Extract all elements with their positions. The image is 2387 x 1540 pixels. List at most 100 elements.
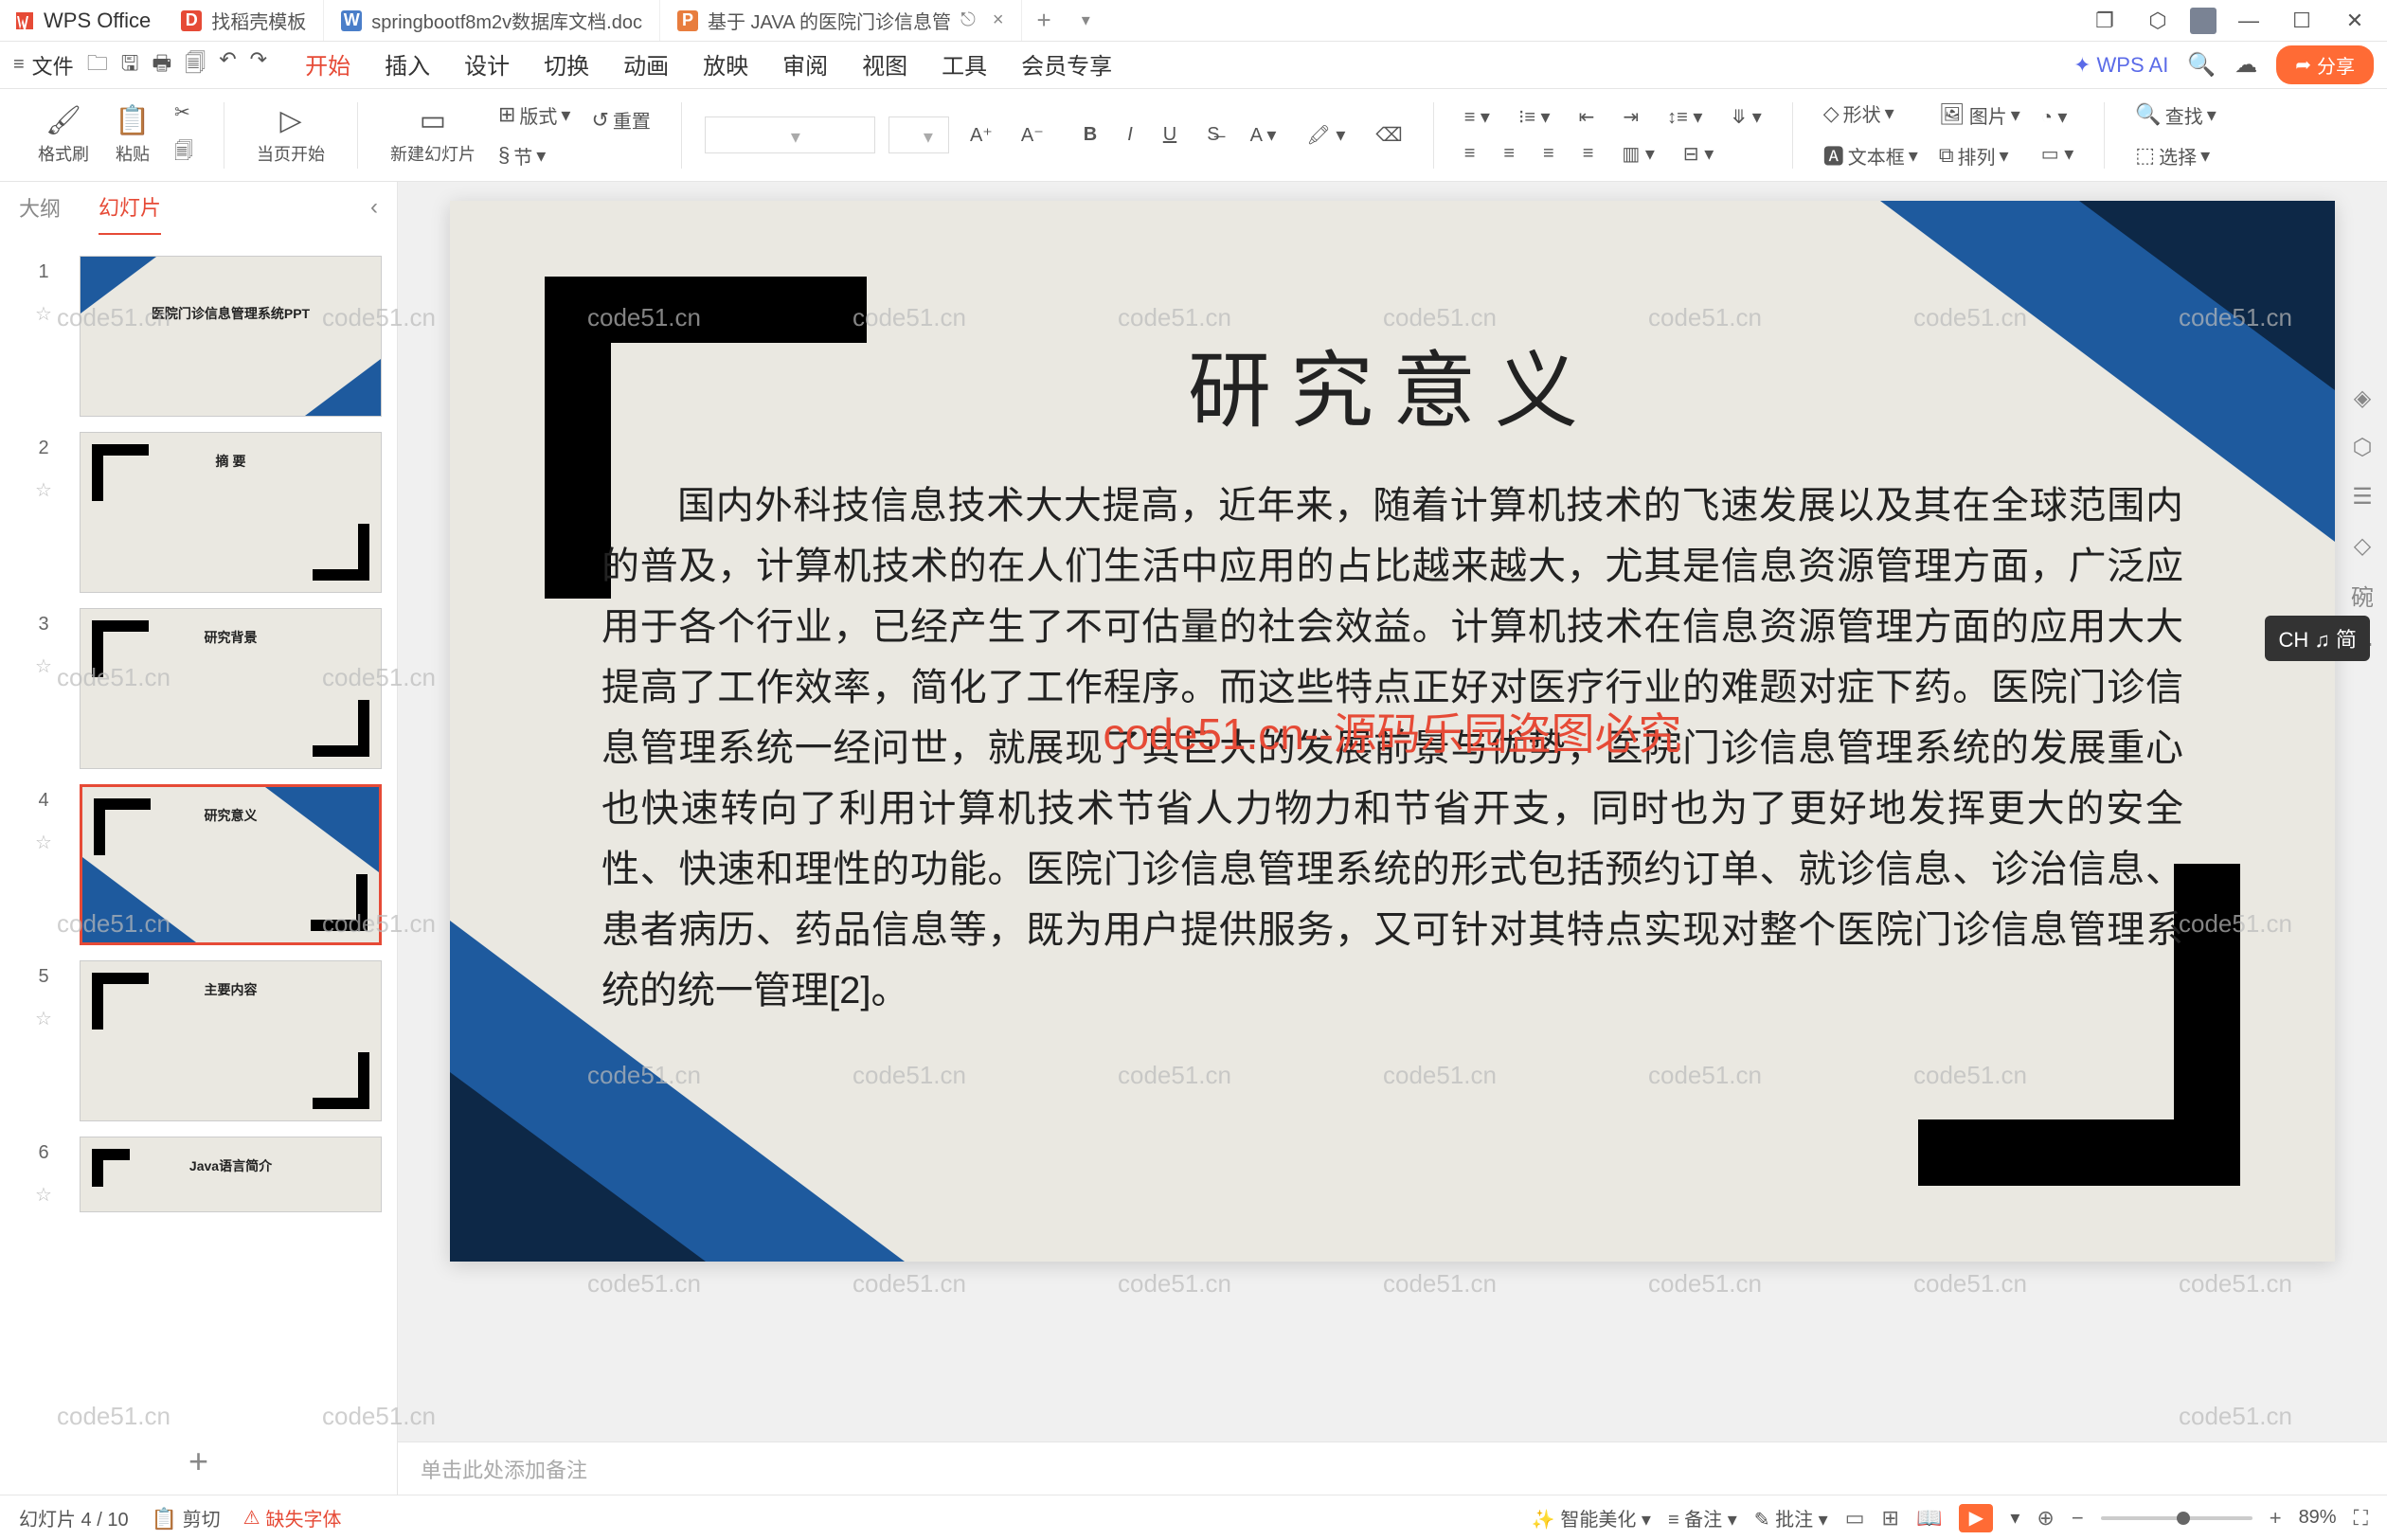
- notes-toggle[interactable]: ≡ 备注 ▾: [1668, 1504, 1737, 1531]
- fill-icon[interactable]: ◔ ▾: [2034, 101, 2082, 133]
- textbox-button[interactable]: 🅰文本框 ▾: [1816, 136, 1926, 174]
- thumb-6[interactable]: 6☆ Java语言简介: [0, 1129, 397, 1220]
- bullets-icon[interactable]: ≡ ▾: [1457, 101, 1498, 133]
- maximize-icon[interactable]: ☐: [2281, 4, 2323, 38]
- fit-window-icon[interactable]: ⛶: [2354, 1506, 2368, 1531]
- canvas-wrap[interactable]: 研究意义 国内外科技信息技术大大提高，近年来，随着计算机技术的飞速发展以及其在全…: [398, 182, 2387, 1442]
- from-current-button[interactable]: ▷当页开始: [247, 100, 334, 170]
- tab-animation[interactable]: 动画: [623, 38, 669, 93]
- tab-design[interactable]: 设计: [464, 38, 510, 93]
- tab-insert[interactable]: 插入: [385, 38, 430, 93]
- redo-icon[interactable]: ↷: [250, 47, 267, 83]
- cube-icon[interactable]: ⬡: [2137, 4, 2179, 38]
- align-left-icon[interactable]: ≡: [1457, 138, 1483, 170]
- outline-icon[interactable]: ▭ ▾: [2034, 138, 2082, 170]
- thumb-1[interactable]: 1☆ 医院门诊信息管理系统PPT: [0, 248, 397, 424]
- thumb-5[interactable]: 5☆ 主要内容: [0, 953, 397, 1129]
- star-icon[interactable]: ☆: [35, 831, 52, 854]
- cut-icon[interactable]: ✂: [167, 97, 201, 128]
- minimize-icon[interactable]: —: [2228, 4, 2270, 38]
- font-size-select[interactable]: ▾: [888, 116, 949, 153]
- tab-start[interactable]: 开始: [305, 38, 350, 93]
- increase-font-icon[interactable]: A⁺: [962, 119, 1000, 151]
- slideshow-play-button[interactable]: ▶: [1959, 1504, 1993, 1532]
- align-vertical-icon[interactable]: ⊟ ▾: [1676, 138, 1721, 170]
- shape-button[interactable]: ◇形状 ▾: [1816, 96, 1926, 131]
- search-icon[interactable]: 🔍: [2187, 51, 2216, 79]
- missing-font-warning[interactable]: ⚠缺失字体: [243, 1504, 342, 1531]
- clear-format-icon[interactable]: ⌫: [1368, 119, 1409, 151]
- collapse-icon[interactable]: ‹: [370, 194, 378, 221]
- view-normal-icon[interactable]: ▭: [1845, 1506, 1865, 1531]
- numbering-icon[interactable]: ⁝≡ ▾: [1511, 101, 1558, 133]
- tab-member[interactable]: 会员专享: [1021, 38, 1112, 93]
- review-toggle[interactable]: ✎ 批注 ▾: [1754, 1504, 1828, 1531]
- star-icon[interactable]: ☆: [35, 1007, 52, 1030]
- tab-view[interactable]: 视图: [862, 38, 907, 93]
- save-icon[interactable]: 🖫: [121, 47, 139, 83]
- new-slide-button[interactable]: ▭新建幻灯片: [381, 100, 485, 170]
- thumb-2[interactable]: 2☆ 摘 要: [0, 424, 397, 600]
- open-icon[interactable]: 🗀: [87, 47, 108, 83]
- tab-review[interactable]: 审阅: [782, 38, 828, 93]
- thumb-3[interactable]: 3☆ 研究背景: [0, 600, 397, 777]
- tab-outline[interactable]: 大纲: [19, 182, 61, 234]
- rail-layers-icon[interactable]: ☰: [2343, 477, 2381, 515]
- ime-badge[interactable]: CH ♫ 简: [2265, 616, 2370, 661]
- view-reading-icon[interactable]: 📖: [1916, 1506, 1942, 1531]
- fit-icon[interactable]: ⊕: [2037, 1506, 2054, 1531]
- tab-transition[interactable]: 切换: [544, 38, 589, 93]
- rail-shapes-icon[interactable]: ◇: [2343, 527, 2381, 564]
- notes-pane[interactable]: 单击此处添加备注: [398, 1442, 2387, 1495]
- close-icon[interactable]: ×: [993, 9, 1004, 31]
- star-icon[interactable]: ☆: [35, 1183, 52, 1207]
- star-icon[interactable]: ☆: [35, 302, 52, 326]
- find-button[interactable]: 🔍查找 ▾: [2127, 98, 2223, 133]
- print-preview-icon[interactable]: 🗐: [185, 47, 206, 83]
- align-center-icon[interactable]: ≡: [1496, 138, 1522, 170]
- paste-button[interactable]: 📋粘贴: [104, 100, 161, 170]
- slide-title[interactable]: 研究意义: [1188, 324, 1597, 444]
- italic-icon[interactable]: I: [1120, 120, 1140, 150]
- picture-button[interactable]: 🖼图片 ▾: [1931, 98, 2028, 133]
- align-justify-icon[interactable]: ≡: [1575, 138, 1602, 170]
- share-button[interactable]: ➦ 分享: [2276, 45, 2374, 84]
- copy-icon[interactable]: 🗐: [167, 134, 201, 173]
- section-button[interactable]: §节 ▾: [491, 138, 578, 173]
- undo-icon[interactable]: ↶: [219, 47, 236, 83]
- print-icon[interactable]: 🖶: [152, 47, 171, 83]
- align-right-icon[interactable]: ≡: [1535, 138, 1562, 170]
- line-spacing-icon[interactable]: ↕≡ ▾: [1660, 101, 1710, 133]
- play-dropdown[interactable]: ▾: [2010, 1506, 2019, 1530]
- new-tab-button[interactable]: +: [1022, 0, 1067, 41]
- decrease-font-icon[interactable]: A⁻: [1014, 119, 1051, 151]
- tab-ppt[interactable]: P 基于 JAVA 的医院门诊信息管 ⎋ ×: [660, 0, 1022, 41]
- star-icon[interactable]: ☆: [35, 654, 52, 678]
- smart-beautify-button[interactable]: ✨ 智能美化 ▾: [1532, 1504, 1651, 1531]
- highlight-icon[interactable]: 🖍 ▾: [1299, 119, 1353, 151]
- wps-ai-button[interactable]: ✦ WPS AI: [2073, 53, 2168, 78]
- clipboard-status[interactable]: 📋 剪切: [152, 1504, 221, 1531]
- underline-icon[interactable]: U: [1156, 120, 1184, 150]
- text-direction-icon[interactable]: ⤋ ▾: [1723, 101, 1768, 133]
- columns-icon[interactable]: ▥ ▾: [1614, 138, 1662, 170]
- avatar[interactable]: [2190, 8, 2216, 34]
- reset-button[interactable]: ↺重置: [583, 102, 657, 137]
- multi-window-icon[interactable]: ❐: [2084, 4, 2126, 38]
- bold-icon[interactable]: B: [1076, 120, 1104, 150]
- zoom-out-icon[interactable]: −: [2072, 1506, 2084, 1531]
- font-color-icon[interactable]: A ▾: [1243, 119, 1284, 151]
- tab-slides[interactable]: 幻灯片: [99, 182, 161, 235]
- zoom-percent[interactable]: 89%: [2299, 1507, 2337, 1529]
- tab-menu-dropdown[interactable]: ▾: [1067, 0, 1105, 41]
- slide-counter[interactable]: 幻灯片 4 / 10: [19, 1504, 129, 1531]
- zoom-in-icon[interactable]: +: [2270, 1506, 2282, 1531]
- tab-doc[interactable]: W springbootf8m2v数据库文档.doc: [324, 0, 660, 41]
- zoom-slider[interactable]: [2101, 1516, 2252, 1520]
- tab-pin-icon[interactable]: ⎋: [960, 9, 976, 31]
- rail-help-icon[interactable]: 碗: [2343, 576, 2381, 614]
- file-menu[interactable]: 文件: [32, 50, 74, 81]
- strike-icon[interactable]: S̶: [1199, 120, 1227, 150]
- format-painter-button[interactable]: 🖌格式刷: [28, 100, 99, 170]
- select-button[interactable]: ⬚选择 ▾: [2127, 138, 2223, 173]
